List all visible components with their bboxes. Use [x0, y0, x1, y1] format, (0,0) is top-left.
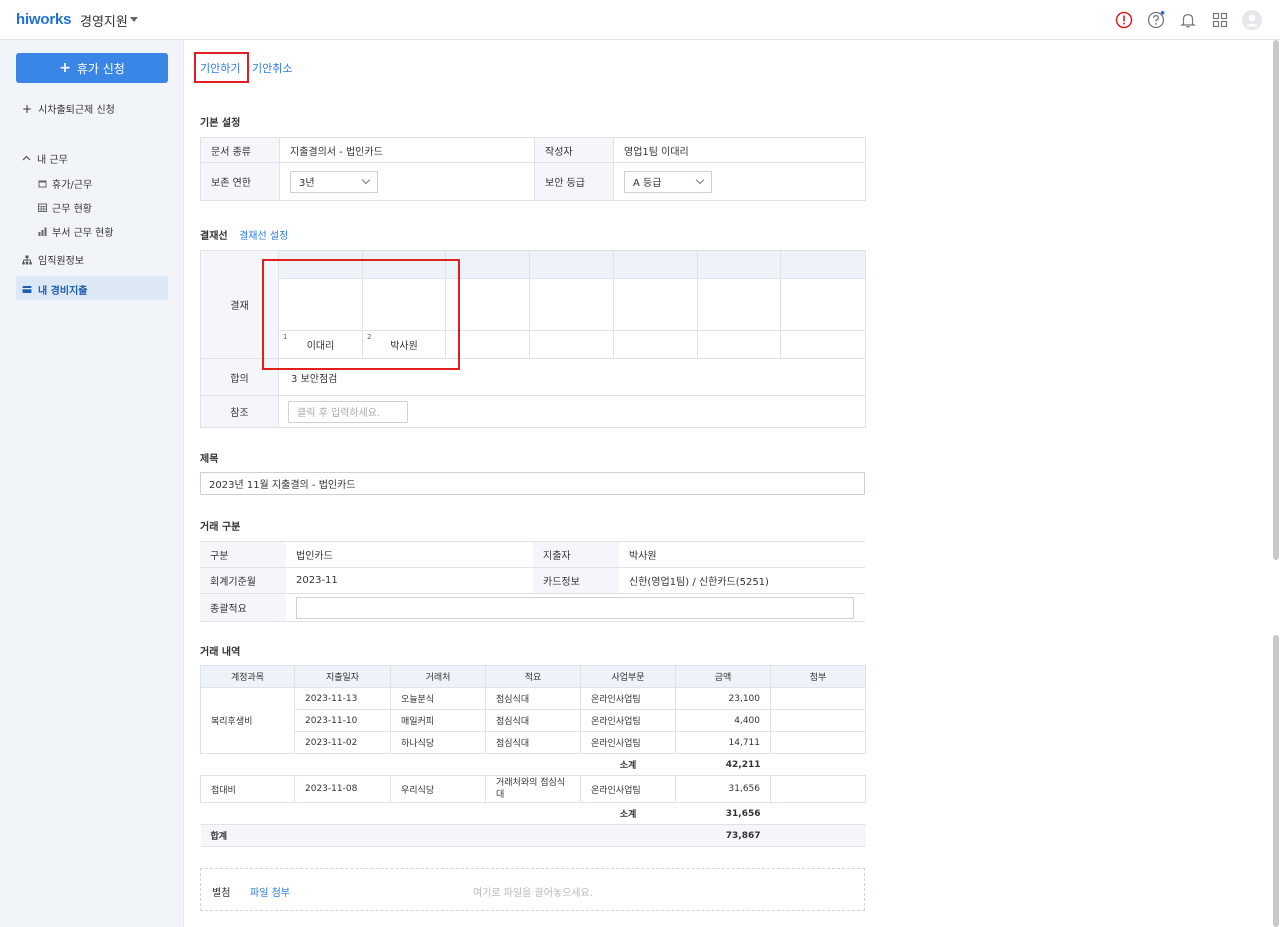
summary-label: 종괄적요	[200, 593, 286, 622]
security-select[interactable]: A 등급	[624, 170, 712, 193]
subject-title: 제목	[200, 454, 219, 465]
hiworks-logo[interactable]: hiworks	[16, 11, 71, 28]
bar-chart-icon	[38, 227, 47, 236]
attach-cell[interactable]	[770, 709, 866, 732]
spender-value: 박사원	[619, 541, 865, 568]
plus-icon: +	[59, 60, 71, 76]
transaction-type-table: 구분 법인카드 지출자 박사원 회계기준월 2023-11 카드정보 신한(영업…	[200, 541, 865, 622]
header-amount: 금액	[675, 665, 771, 688]
scrollbar-thumb[interactable]	[1273, 40, 1279, 560]
sidebar-item-work-status[interactable]: 근무 현황	[38, 200, 92, 215]
vacation-request-button[interactable]: + 휴가 신청	[16, 53, 168, 83]
table-row[interactable]: 복리후생비 2023-11-13 오늘분식 점심식대 온라인사업팀 23,100	[200, 687, 866, 754]
attachment-label: 별첨	[212, 888, 231, 899]
vacation-request-label: 휴가 신청	[76, 61, 125, 76]
doc-type-value: 지출결의서 - 법인카드	[279, 137, 535, 163]
subject-input[interactable]: 2023년 11월 지출결의 - 법인카드	[200, 472, 865, 495]
attachment-dropzone[interactable]: 별첨 파일 첨부 여기로 파일을 끌어놓으세요.	[200, 868, 865, 911]
plus-icon: +	[22, 101, 33, 116]
top-bar: hiworks 경영지원	[0, 0, 1280, 40]
header-account: 계정과목	[200, 665, 295, 688]
reference-input[interactable]: 클릭 후 입력하세요.	[288, 400, 408, 423]
sidebar-item-flex-request[interactable]: + 시차출퇴근제 신청	[22, 101, 115, 117]
chevron-down-icon	[695, 175, 705, 184]
subtotal-row: 소계 31,656	[200, 802, 866, 825]
month-value: 2023-11	[286, 567, 533, 594]
apps-grid-icon[interactable]	[1211, 11, 1229, 29]
author-label: 작성자	[534, 137, 614, 163]
draft-link[interactable]: 기안하기	[200, 60, 240, 76]
sidebar-item-employee-info[interactable]: 임직원정보	[22, 252, 84, 267]
table-row[interactable]: 2023-11-10 매일커피 점심식대 온라인사업팀 4,400	[201, 709, 866, 732]
highlight-box-approvers	[262, 259, 460, 370]
header-attach: 첨부	[770, 665, 866, 688]
approval-line-title: 결재선 결재선 설정	[200, 231, 289, 242]
subtotal-welfare: 42,211	[675, 753, 771, 776]
scrollbar-thumb-lower[interactable]	[1273, 635, 1279, 927]
chevron-up-icon	[22, 155, 31, 161]
sidebar	[0, 40, 184, 927]
table-row[interactable]: 접대비 2023-11-08 우리식당 거래처와의 점심식대 온라인사업팀 31…	[200, 775, 866, 803]
attach-cell[interactable]	[770, 775, 866, 803]
help-icon[interactable]	[1147, 11, 1165, 29]
type-value: 법인카드	[286, 541, 533, 568]
total-amount: 73,867	[675, 824, 771, 847]
card-value: 신한(영업1팀) / 신한카드(5251)	[619, 567, 865, 594]
details-table: 계정과목 지출일자 거래처 적요 사업부문 금액 첨부 복리후생비 2023-1…	[200, 665, 866, 847]
card-label: 카드정보	[533, 567, 619, 594]
author-value: 영업1팀 이대리	[613, 137, 866, 163]
type-label: 구분	[200, 541, 286, 568]
subtotal-entertainment: 31,656	[675, 802, 771, 825]
transaction-type-title: 거래 구분	[200, 522, 241, 533]
sidebar-item-my-expense[interactable]: 내 경비지출	[22, 282, 87, 297]
org-chart-icon	[22, 255, 32, 264]
month-label: 회계기준월	[200, 567, 286, 594]
total-row: 합계 73,867	[200, 824, 866, 847]
subtotal-row: 소계 42,211	[200, 753, 866, 776]
header-vendor: 거래처	[390, 665, 486, 688]
spender-label: 지출자	[533, 541, 619, 568]
avatar[interactable]	[1242, 10, 1262, 30]
sidebar-item-my-work[interactable]: 내 근무	[22, 151, 68, 166]
app-switcher[interactable]: 경영지원	[80, 11, 128, 30]
calendar-icon	[38, 180, 47, 188]
card-icon	[22, 286, 32, 293]
retention-label: 보존 연한	[200, 162, 280, 201]
alert-icon[interactable]	[1115, 11, 1133, 29]
summary-input[interactable]	[296, 596, 854, 619]
retention-select[interactable]: 3년	[290, 170, 378, 193]
cancel-draft-link[interactable]: 기안취소	[252, 60, 292, 76]
sidebar-item-vacation-work[interactable]: 휴가/근무	[38, 176, 92, 191]
calendar-grid-icon	[38, 203, 47, 212]
chevron-down-icon	[361, 175, 371, 184]
reference-label: 참조	[200, 395, 279, 428]
sidebar-item-dept-status[interactable]: 부서 근무 현황	[38, 224, 114, 239]
attach-cell[interactable]	[770, 687, 866, 710]
basic-settings-table: 문서 종류 지출결의서 - 법인카드 작성자 영업1팀 이대리 보존 연한 3년…	[200, 137, 866, 201]
approval-line-settings-link[interactable]: 결재선 설정	[239, 231, 288, 242]
security-label: 보안 등급	[534, 162, 614, 201]
header-desc: 적요	[485, 665, 581, 688]
attach-file-link[interactable]: 파일 첨부	[250, 884, 290, 899]
doc-type-label: 문서 종류	[200, 137, 280, 163]
table-row[interactable]: 2023-11-02 하나식당 점심식대 온라인사업팀 14,711	[201, 731, 866, 754]
total-label: 합계	[200, 824, 295, 847]
drop-hint: 여기로 파일을 끌어놓으세요.	[473, 888, 593, 899]
attach-cell[interactable]	[770, 731, 866, 754]
details-title: 거래 내역	[200, 647, 241, 658]
account-entertainment: 접대비	[200, 775, 295, 803]
basic-settings-title: 기본 설정	[200, 118, 241, 129]
header-dept: 사업부문	[580, 665, 676, 688]
bell-icon[interactable]	[1179, 11, 1197, 29]
header-date: 지출일자	[294, 665, 391, 688]
account-welfare: 복리후생비	[200, 687, 295, 754]
caret-down-icon[interactable]	[130, 17, 138, 22]
